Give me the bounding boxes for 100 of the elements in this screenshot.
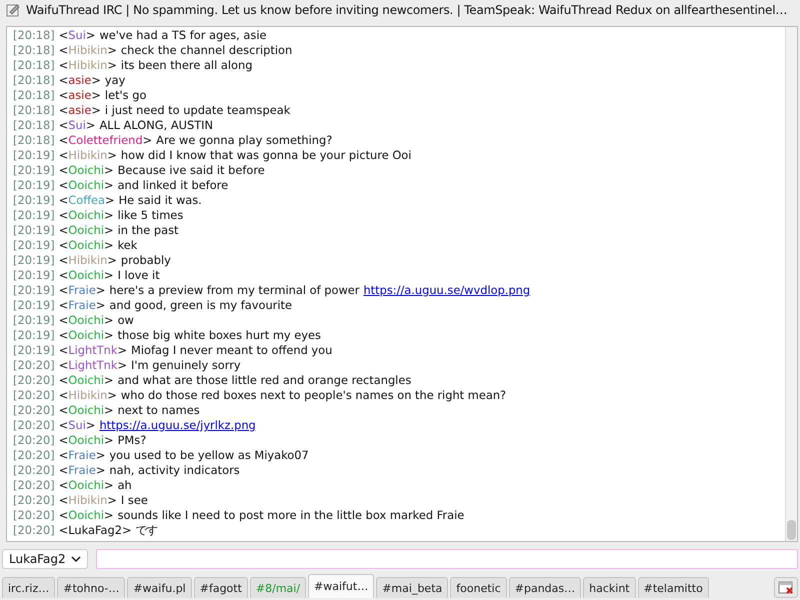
- nick: <Hibikin>: [58, 253, 117, 268]
- message-text: its been there all along: [120, 58, 252, 73]
- message-text: sounds like I need to post more in the little box marked Fraie: [118, 508, 464, 523]
- timestamp: [20:20]: [13, 463, 55, 478]
- message-text: PMs?: [118, 433, 146, 448]
- nick: <Fraie>: [58, 448, 106, 463]
- message-text: and good, green is my favourite: [109, 298, 292, 313]
- message-text: ow: [118, 313, 134, 328]
- timestamp: [20:19]: [13, 163, 55, 178]
- nick: <asie>: [58, 103, 101, 118]
- timestamp: [20:20]: [13, 388, 55, 403]
- channel-tab[interactable]: #fagott: [194, 577, 248, 598]
- message-text: in the past: [118, 223, 178, 238]
- nick: <Sui>: [58, 28, 96, 43]
- message-text: you used to be yellow as Miyako07: [109, 448, 309, 463]
- nick: <Coffea>: [58, 193, 115, 208]
- timestamp: [20:18]: [13, 58, 55, 73]
- nick-dropdown[interactable]: LukaFag2: [2, 549, 88, 569]
- message-text: i just need to update teamspeak: [104, 103, 290, 118]
- timestamp: [20:19]: [13, 178, 55, 193]
- timestamp: [20:19]: [13, 253, 55, 268]
- nick: <Ooichi>: [58, 268, 114, 283]
- link[interactable]: https://a.uguu.se/wvdlop.png: [363, 283, 530, 298]
- nick: <Colettefriend>: [58, 133, 152, 148]
- timestamp: [20:19]: [13, 298, 55, 313]
- message-text: です: [136, 523, 158, 538]
- message-text: kek: [118, 238, 138, 253]
- nick: <Ooichi>: [58, 403, 114, 418]
- message-text: and linked it before: [118, 178, 228, 193]
- message-text: next to names: [118, 403, 200, 418]
- timestamp: [20:20]: [13, 403, 55, 418]
- nick: <LightTnk>: [58, 358, 128, 373]
- timestamp: [20:20]: [13, 448, 55, 463]
- nick: <Ooichi>: [58, 223, 114, 238]
- timestamp: [20:19]: [13, 283, 55, 298]
- timestamp: [20:18]: [13, 88, 55, 103]
- message-text: probably: [120, 253, 171, 268]
- nick: <Ooichi>: [58, 163, 114, 178]
- channel-tab[interactable]: #waifut…: [308, 574, 374, 598]
- timestamp: [20:20]: [13, 433, 55, 448]
- nick: <Ooichi>: [58, 478, 114, 493]
- message-text: Are we gonna play something?: [156, 133, 332, 148]
- message-text: nah, activity indicators: [109, 463, 240, 478]
- nick: <asie>: [58, 88, 101, 103]
- timestamp: [20:19]: [13, 208, 55, 223]
- nick: <Hibikin>: [58, 388, 117, 403]
- nick: <Hibikin>: [58, 43, 117, 58]
- timestamp: [20:19]: [13, 148, 55, 163]
- nick: <Fraie>: [58, 463, 106, 478]
- timestamp: [20:20]: [13, 478, 55, 493]
- timestamp: [20:18]: [13, 28, 55, 43]
- channel-topic: WaifuThread IRC | No spamming. Let us know before inviting newcomers. | TeamSpeak: WaifuThread Redux on allfearthesentinel…: [26, 3, 788, 17]
- message-text: how did I know that was gonna be your picture Ooi: [120, 148, 412, 163]
- nick: <Ooichi>: [58, 313, 114, 328]
- nick: <Ooichi>: [58, 508, 114, 523]
- channel-tab[interactable]: #waifu.pl: [127, 577, 192, 598]
- timestamp: [20:19]: [13, 193, 55, 208]
- message-text: let's go: [104, 88, 146, 103]
- channel-tab[interactable]: irc.riz…: [2, 577, 56, 598]
- channel-tab[interactable]: #mai_beta: [376, 577, 448, 598]
- channel-tab[interactable]: #tohno-…: [57, 577, 126, 598]
- link[interactable]: https://a.uguu.se/jyrlkz.png: [99, 418, 256, 433]
- timestamp: [20:20]: [13, 493, 55, 508]
- nick: <asie>: [58, 73, 101, 88]
- nick: <Ooichi>: [58, 238, 114, 253]
- nick: <Sui>: [58, 418, 96, 433]
- message-text: ah: [118, 478, 132, 493]
- message-text: like 5 times: [118, 208, 184, 223]
- nick: <Fraie>: [58, 298, 106, 313]
- close-window-icon: [778, 580, 794, 594]
- nick: <Ooichi>: [58, 433, 114, 448]
- message-text: He said it was.: [118, 193, 202, 208]
- timestamp: [20:19]: [13, 343, 55, 358]
- timestamp: [20:18]: [13, 118, 55, 133]
- message-text: ALL ALONG, AUSTIN: [99, 118, 214, 133]
- timestamp: [20:19]: [13, 223, 55, 238]
- message-input[interactable]: [96, 549, 798, 569]
- close-tab-button[interactable]: [774, 577, 798, 598]
- message-text: I see: [120, 493, 148, 508]
- channel-tab[interactable]: #telamitto: [638, 577, 709, 598]
- message-text: and what are those little red and orange rectangles: [118, 373, 412, 388]
- message-text: I'm genuinely sorry: [131, 358, 241, 373]
- nick: <Ooichi>: [58, 208, 114, 223]
- timestamp: [20:20]: [13, 373, 55, 388]
- nick: <Hibikin>: [58, 493, 117, 508]
- timestamp: [20:19]: [13, 238, 55, 253]
- nick: <Sui>: [58, 118, 96, 133]
- timestamp: [20:18]: [13, 73, 55, 88]
- timestamp: [20:18]: [13, 133, 55, 148]
- channel-tab[interactable]: #pandas…: [508, 577, 582, 598]
- channel-tab[interactable]: hackint: [583, 577, 636, 598]
- caret-icon: [71, 556, 81, 562]
- message-text: Because ive said it before: [118, 163, 265, 178]
- nick: <Hibikin>: [58, 148, 117, 163]
- timestamp: [20:18]: [13, 43, 55, 58]
- scrollbar[interactable]: [785, 27, 797, 541]
- message-text: here's a preview from my terminal of power: [109, 283, 360, 298]
- nick: <LightTnk>: [58, 343, 128, 358]
- channel-tab[interactable]: foonetic: [450, 577, 507, 598]
- timestamp: [20:20]: [13, 418, 55, 433]
